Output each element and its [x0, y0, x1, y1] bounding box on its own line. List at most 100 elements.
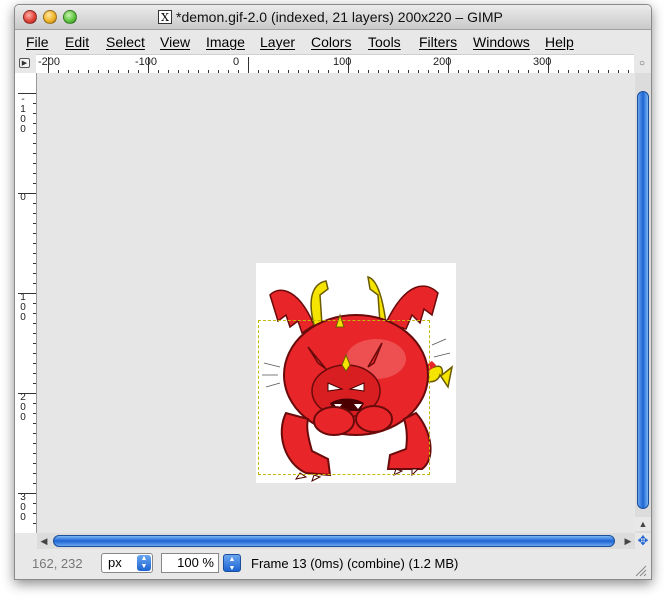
menu-tools[interactable]: Tools	[368, 34, 401, 50]
circle-icon[interactable]: ○	[635, 57, 649, 71]
zoom-field[interactable]: 100 %	[161, 553, 219, 573]
vertical-scroll-thumb[interactable]	[637, 91, 649, 509]
ruler-tick	[33, 333, 36, 334]
vertical-scrollbar[interactable]: ▲ ▼	[635, 73, 651, 533]
menu-file[interactable]: File	[26, 34, 49, 50]
ruler-tick	[33, 403, 36, 404]
ruler-tick	[33, 413, 36, 414]
ruler-tick	[33, 203, 36, 204]
x11-icon: X	[158, 10, 172, 24]
horizontal-ruler[interactable]: -200 -100 0 100 200 300	[36, 54, 634, 74]
menu-select[interactable]: Select	[106, 34, 145, 50]
ruler-tick	[448, 57, 449, 73]
ruler-tick	[33, 273, 36, 274]
menu-help[interactable]: Help	[545, 34, 574, 50]
ruler-tick	[33, 323, 36, 324]
menu-edit[interactable]: Edit	[65, 34, 89, 50]
ruler-tick	[33, 163, 36, 164]
scroll-left-icon[interactable]: ◀	[37, 533, 51, 549]
ruler-label: 0	[233, 56, 240, 68]
zoom-value: 100 %	[177, 555, 214, 570]
navigate-cross-arrows-icon[interactable]: ✥	[635, 533, 651, 549]
ruler-tick	[33, 133, 36, 134]
pointer-coordinates: 162, 232	[32, 556, 83, 571]
image-canvas[interactable]	[37, 73, 634, 533]
ruler-tick	[18, 493, 36, 494]
status-message: Frame 13 (0ms) (combine) (1.2 MB)	[251, 556, 459, 571]
menu-layer[interactable]: Layer	[260, 34, 295, 50]
minimize-window-button[interactable]	[43, 10, 57, 24]
ruler-tick	[33, 263, 36, 264]
gimp-image-window: X *demon.gif-2.0 (indexed, 21 layers) 20…	[14, 4, 652, 580]
triangle-right-icon[interactable]: ▶	[19, 58, 30, 68]
zoom-menu-button[interactable]: ▲ ▼	[223, 554, 241, 572]
menu-colors[interactable]: Colors	[311, 34, 351, 50]
menu-filters[interactable]: Filters	[419, 34, 457, 50]
ruler-tick	[33, 183, 36, 184]
ruler-tick	[33, 373, 36, 374]
ruler-tick	[33, 483, 36, 484]
ruler-tick	[18, 293, 36, 294]
ruler-tick	[33, 253, 36, 254]
layer-boundary	[258, 320, 430, 475]
title-bar[interactable]: X *demon.gif-2.0 (indexed, 21 layers) 20…	[15, 5, 651, 30]
ruler-tick	[33, 233, 36, 234]
close-window-button[interactable]	[23, 10, 37, 24]
ruler-label: -200	[38, 56, 61, 68]
ruler-tick	[148, 57, 149, 73]
ruler-tick	[33, 353, 36, 354]
ruler-tick	[33, 463, 36, 464]
menu-image[interactable]: Image	[206, 34, 245, 50]
ruler-tick	[33, 453, 36, 454]
unit-value: px	[108, 555, 122, 570]
ruler-tick	[33, 513, 36, 514]
ruler-label: 0	[20, 192, 26, 203]
ruler-tick	[33, 433, 36, 434]
menu-view[interactable]: View	[160, 34, 190, 50]
ruler-tick	[33, 383, 36, 384]
ruler-tick	[548, 57, 549, 73]
ruler-tick	[33, 473, 36, 474]
ruler-tick	[33, 283, 36, 284]
unit-select[interactable]: px ▲ ▼	[101, 553, 153, 573]
ruler-label: 300	[20, 492, 26, 523]
scroll-right-icon[interactable]: ▶	[621, 533, 635, 549]
resize-grip-icon[interactable]	[633, 563, 647, 577]
up-down-arrows-icon: ▲ ▼	[137, 555, 151, 571]
ruler-tick	[33, 103, 36, 104]
ruler-tick	[33, 243, 36, 244]
ruler-tick	[33, 143, 36, 144]
ruler-tick	[33, 123, 36, 124]
horizontal-scrollbar[interactable]: ◀ ▶	[37, 533, 635, 549]
ruler-corner: ▶	[15, 54, 37, 74]
ruler-tick	[18, 193, 36, 194]
menu-windows[interactable]: Windows	[473, 34, 530, 50]
ruler-tick	[33, 523, 36, 524]
ruler-tick	[33, 423, 36, 424]
vertical-ruler[interactable]: -100 0 100 200 300	[15, 73, 37, 533]
ruler-label: 100	[20, 292, 26, 323]
ruler-tick	[33, 363, 36, 364]
image-frame[interactable]	[256, 263, 456, 483]
menu-bar: File Edit Select View Image Layer Colors…	[15, 30, 651, 54]
ruler-tick	[33, 313, 36, 314]
ruler-tick	[48, 57, 49, 73]
ruler-tick	[33, 173, 36, 174]
ruler-tick	[33, 343, 36, 344]
horizontal-scroll-thumb[interactable]	[53, 535, 615, 547]
ruler-tick	[248, 57, 249, 73]
ruler-tick	[33, 303, 36, 304]
ruler-tick	[33, 113, 36, 114]
ruler-tick	[33, 503, 36, 504]
zoom-window-button[interactable]	[63, 10, 77, 24]
ruler-tick	[33, 153, 36, 154]
window-title: *demon.gif-2.0 (indexed, 21 layers) 200x…	[176, 9, 503, 25]
ruler-tick	[348, 57, 349, 73]
status-bar: 162, 232 px ▲ ▼ 100 % ▲ ▼ Frame 13 (0ms) (…	[15, 549, 651, 579]
ruler-tick	[33, 223, 36, 224]
ruler-tick	[18, 393, 36, 394]
ruler-tick	[18, 93, 36, 94]
scroll-up-icon[interactable]: ▲	[635, 517, 651, 531]
ruler-label: -100	[20, 94, 26, 135]
ruler-label: -100	[135, 56, 158, 68]
